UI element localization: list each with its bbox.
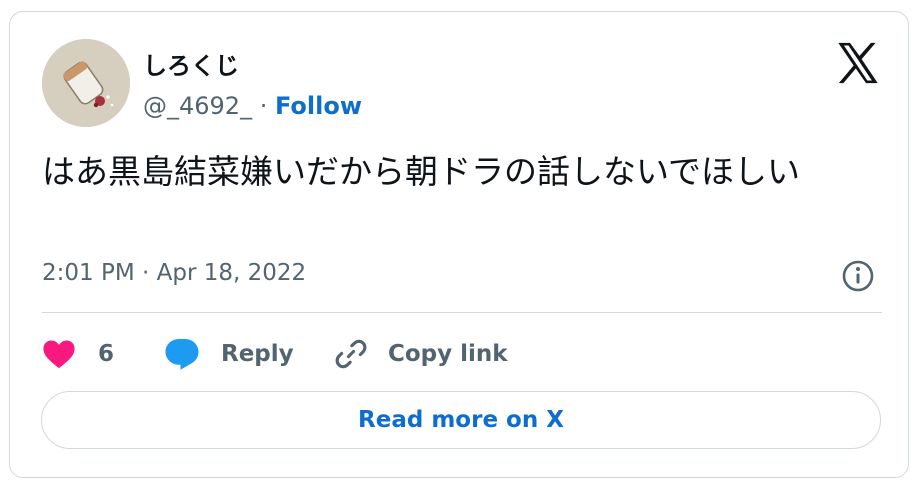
copy-link-button[interactable]: Copy link <box>334 334 508 374</box>
post-text: はあ黒島結菜嫌いだから朝ドラの話しないでほしい <box>42 152 801 191</box>
reply-label: Reply <box>221 341 294 367</box>
divider <box>42 312 882 313</box>
heart-icon <box>43 340 75 369</box>
x-logo-icon[interactable] <box>836 42 880 84</box>
copy-link-label: Copy link <box>388 341 508 367</box>
display-name[interactable]: しろくじ <box>143 46 239 81</box>
info-icon[interactable] <box>841 259 875 293</box>
like-count: 6 <box>98 341 115 367</box>
like-button[interactable]: 6 <box>42 334 114 374</box>
avatar[interactable] <box>42 39 130 127</box>
embedded-post-card: しろくじ @_4692_ · Follow はあ黒島結菜嫌いだから朝ドラの話しな… <box>9 11 909 478</box>
post-timestamp[interactable]: 2:01 PM · Apr 18, 2022 <box>42 260 306 286</box>
read-more-button[interactable]: Read more on X <box>41 391 881 449</box>
action-bar: 6 Reply Copy link <box>42 334 882 374</box>
reply-button[interactable]: Reply <box>164 334 294 374</box>
author-handle[interactable]: @_4692_ <box>143 92 252 120</box>
separator-dot: · <box>252 92 275 120</box>
link-icon <box>335 339 367 369</box>
handle-row: @_4692_ · Follow <box>143 92 362 120</box>
speech-bubble-icon <box>165 339 199 370</box>
follow-button[interactable]: Follow <box>275 92 362 120</box>
